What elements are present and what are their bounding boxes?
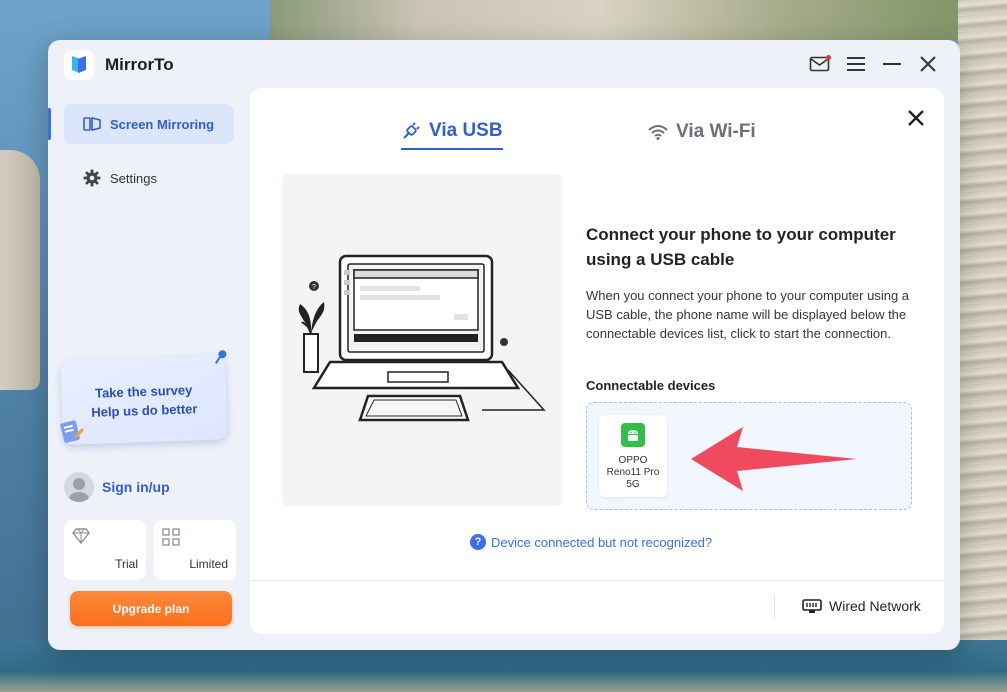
sign-in-button[interactable]: Sign in/up: [64, 472, 170, 502]
plan-label: Limited: [189, 557, 228, 571]
plan-label: Trial: [115, 557, 138, 571]
device-list: OPPO Reno11 Pro 5G: [586, 402, 912, 510]
footer-divider: [250, 580, 944, 581]
gear-icon: [82, 168, 102, 188]
svg-text:?: ?: [312, 284, 316, 291]
app-title: MirrorTo: [105, 55, 174, 74]
screen-mirroring-icon: [82, 114, 102, 134]
footer-separator: [774, 596, 775, 618]
tab-via-usb[interactable]: Via USB: [401, 114, 503, 150]
wired-network-label: Wired Network: [829, 598, 921, 614]
connect-description: When you connect your phone to your comp…: [586, 288, 910, 341]
device-card[interactable]: OPPO Reno11 Pro 5G: [599, 415, 667, 497]
android-icon: [621, 423, 645, 447]
menu-icon[interactable]: [844, 52, 868, 76]
diamond-icon: [72, 528, 90, 549]
pointer-arrow: [691, 427, 857, 491]
device-not-recognized-link[interactable]: ? Device connected but not recognized?: [470, 534, 712, 550]
tab-label: Via Wi-Fi: [676, 121, 756, 142]
device-name: OPPO Reno11 Pro 5G: [606, 455, 660, 490]
connectable-devices-title: Connectable devices: [586, 378, 716, 393]
wired-network-button[interactable]: Wired Network: [802, 598, 921, 614]
tab-label: Via USB: [429, 120, 503, 141]
plan-card-limited[interactable]: Limited: [154, 520, 236, 580]
survey-card[interactable]: Take the survey Help us do better: [60, 350, 228, 445]
usb-plug-icon: [401, 121, 421, 141]
window-close-icon[interactable]: [916, 52, 940, 76]
ethernet-icon: [802, 598, 822, 614]
avatar: [64, 472, 94, 502]
help-link-label: Device connected but not recognized?: [491, 534, 713, 550]
active-nav-indicator: [48, 108, 51, 140]
wifi-icon: [648, 124, 668, 140]
close-icon[interactable]: [904, 106, 928, 130]
background-cliff-right: [958, 0, 1007, 692]
pin-icon: [213, 349, 228, 370]
main-panel: Via USB Via Wi-Fi ? Connect your phone t…: [250, 88, 944, 634]
question-icon: ?: [470, 534, 486, 550]
tab-via-wifi[interactable]: Via Wi-Fi: [648, 114, 756, 150]
upgrade-plan-button[interactable]: Upgrade plan: [70, 591, 232, 626]
laptop-illustration: ?: [282, 174, 562, 506]
survey-pad-icon: [59, 417, 86, 449]
app-logo-icon: [64, 50, 94, 80]
sidebar-item-label: Settings: [110, 170, 157, 186]
sidebar-item-settings[interactable]: Settings: [64, 158, 234, 198]
app-window: MirrorTo Screen Mirroring Settings Take …: [48, 40, 960, 650]
grid-icon: [162, 528, 180, 551]
title-bar: MirrorTo: [48, 40, 960, 88]
plan-card-trial[interactable]: Trial: [64, 520, 146, 580]
plant-icon: [298, 302, 325, 373]
minimize-icon[interactable]: [880, 52, 904, 76]
sign-in-label: Sign in/up: [102, 479, 170, 495]
background-cliff-left: [0, 150, 40, 390]
sidebar-item-screen-mirroring[interactable]: Screen Mirroring: [64, 104, 234, 144]
mail-notification-icon[interactable]: [808, 52, 832, 76]
background-cliff-top: [270, 0, 1007, 40]
sidebar-item-label: Screen Mirroring: [110, 116, 215, 132]
connect-heading: Connect your phone to your computer usin…: [586, 225, 896, 269]
